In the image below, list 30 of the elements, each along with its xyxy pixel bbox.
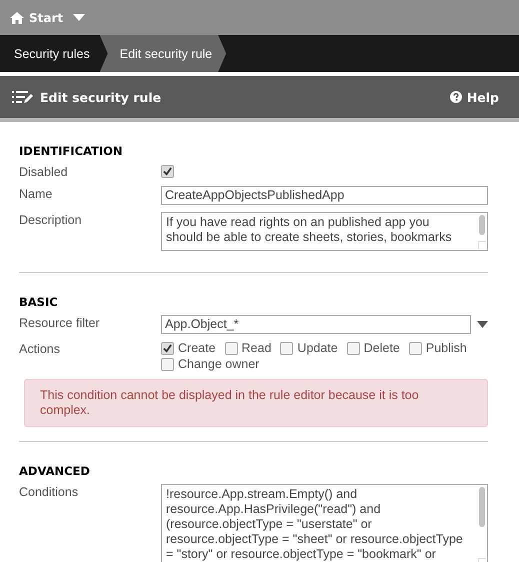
help-icon — [450, 91, 462, 103]
breadcrumb-link[interactable]: Edit security rule — [100, 35, 226, 72]
list-edit-icon — [12, 91, 34, 103]
action-checkbox[interactable]: Read — [224, 341, 272, 355]
description-field[interactable]: If you have read rights on an published app you should be able to create sheets, stories, bookmarks — [161, 212, 488, 251]
field-label: Resource filter — [19, 315, 101, 330]
field-label: Description — [19, 212, 83, 227]
page-title: Edit security rule — [40, 90, 162, 104]
section-heading: ADVANCED — [19, 464, 91, 478]
field-label: Conditions — [19, 484, 80, 499]
action-checkbox[interactable]: Change owner — [161, 357, 260, 371]
section-heading: BASIC — [19, 295, 59, 309]
dropdown-icon[interactable] — [477, 321, 488, 328]
caret-icon[interactable] — [73, 14, 86, 21]
action-checkbox[interactable]: Create — [161, 341, 216, 355]
error-alert: This condition cannot be displayed in the rule editor because it is too complex. — [24, 379, 488, 427]
action-checkbox[interactable]: Delete — [346, 341, 400, 355]
field-label: Actions — [19, 341, 61, 356]
help-button[interactable]: Help — [450, 90, 499, 104]
section-heading: IDENTIFICATION — [19, 144, 124, 158]
field-label: Name — [19, 186, 54, 201]
action-checkbox[interactable]: Publish — [408, 341, 467, 355]
home-icon — [10, 12, 24, 24]
name-field[interactable]: CreateAppObjectsPublishedApp — [161, 186, 488, 205]
checkmark-icon — [163, 167, 172, 176]
action-checkbox[interactable]: Update — [280, 341, 338, 355]
field-label: Disabled — [19, 164, 69, 179]
conditions-field[interactable]: !resource.App.stream.Empty() and resource.App.HasPrivilege("read") and (resource.objectType = "userstate" or resource.objectType = "sheet" or resource.objectType = "story" or resource.objectType = "bookmark" or — [161, 484, 488, 562]
resource-filter-field[interactable]: App.Object_* — [161, 315, 471, 334]
checkmark-icon — [163, 344, 172, 353]
